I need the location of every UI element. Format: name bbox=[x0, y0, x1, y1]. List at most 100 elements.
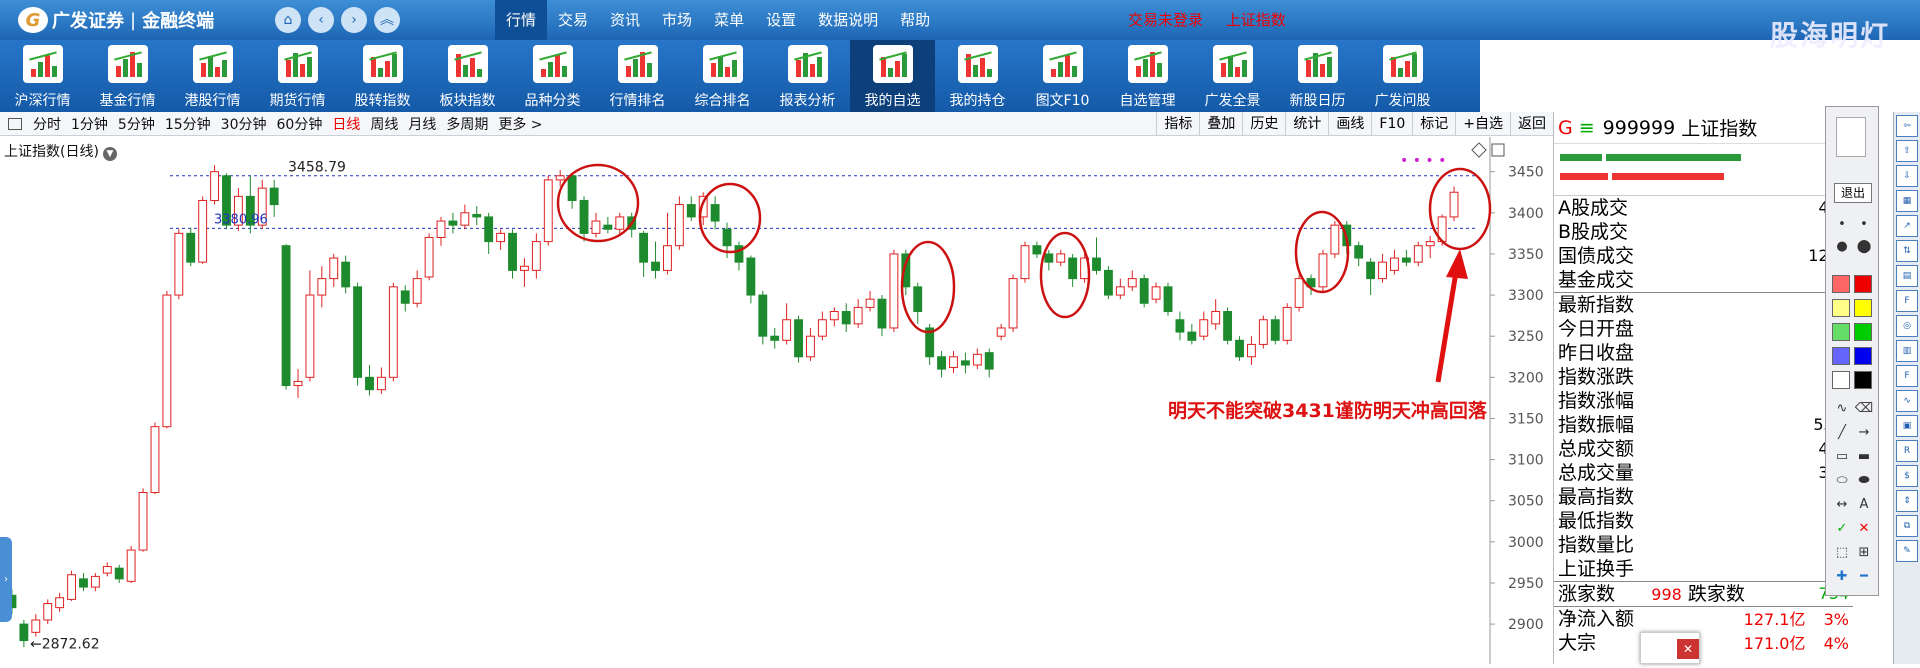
period-9[interactable]: 多周期 bbox=[441, 114, 493, 134]
side-tool-icon[interactable]: ∿ bbox=[1896, 390, 1918, 412]
dot-large-icon[interactable]: ● bbox=[1832, 239, 1852, 257]
period-4[interactable]: 30分钟 bbox=[216, 114, 272, 134]
toolbar-item-16[interactable]: 广发问股 bbox=[1360, 40, 1445, 112]
side-tool-icon[interactable]: ↗ bbox=[1896, 215, 1918, 237]
toolbar-item-7[interactable]: 行情排名 bbox=[595, 40, 680, 112]
chart-tool-0[interactable]: 指标 bbox=[1156, 112, 1199, 136]
minus-icon[interactable]: ━ bbox=[1854, 569, 1874, 587]
side-tool-icon[interactable]: ▦ bbox=[1896, 190, 1918, 212]
kline-chart[interactable]: 2900 2950 3000 3050 3100 3150 3200 3250 3300 3350… bbox=[0, 137, 1555, 664]
login-status[interactable]: 交易未登录 bbox=[1128, 11, 1203, 29]
color-swatch-lightgreen[interactable] bbox=[1832, 323, 1850, 341]
menu-6[interactable]: 数据说明 bbox=[807, 0, 889, 40]
toolbar-item-0[interactable]: 沪深行情 bbox=[0, 40, 85, 112]
color-swatch-lightred[interactable] bbox=[1832, 275, 1850, 293]
toolbar-item-4[interactable]: 股转指数 bbox=[340, 40, 425, 112]
arrow-icon[interactable]: → bbox=[1854, 425, 1874, 443]
window-icon[interactable] bbox=[1491, 143, 1505, 157]
resize-icon[interactable]: ↔ bbox=[1832, 497, 1852, 515]
toolbar-item-9[interactable]: 报表分析 bbox=[765, 40, 850, 112]
period-6[interactable]: 日线 bbox=[327, 114, 365, 134]
chart-tool-3[interactable]: 统计 bbox=[1285, 112, 1328, 136]
index-link[interactable]: 上证指数 bbox=[1226, 11, 1286, 29]
close-icon[interactable]: ✕ bbox=[1854, 521, 1874, 539]
plus-icon[interactable]: ✚ bbox=[1832, 569, 1852, 587]
filled-rect-icon[interactable]: ▬ bbox=[1854, 449, 1874, 467]
chart-tool-7[interactable]: +自选 bbox=[1455, 112, 1510, 136]
chevron-down-icon[interactable]: ▼ bbox=[102, 147, 117, 161]
side-tool-icon[interactable]: ▤ bbox=[1896, 265, 1918, 287]
ellipse-icon[interactable]: ⬭ bbox=[1832, 473, 1852, 491]
side-tool-icon[interactable]: ⇦ bbox=[1896, 115, 1918, 137]
side-tool-icon[interactable]: ⇕ bbox=[1896, 490, 1918, 512]
color-swatch-yellow[interactable] bbox=[1854, 299, 1872, 317]
period-7[interactable]: 周线 bbox=[365, 114, 403, 134]
period-8[interactable]: 月线 bbox=[403, 114, 441, 134]
period-10[interactable]: 更多 > bbox=[493, 114, 547, 134]
side-tool-icon[interactable]: ⇅ bbox=[1896, 240, 1918, 262]
panel-toggle-icon[interactable] bbox=[8, 117, 22, 130]
chart-tool-6[interactable]: 标记 bbox=[1412, 112, 1455, 136]
color-swatch-blue[interactable] bbox=[1854, 347, 1872, 365]
dot-small-icon[interactable]: • bbox=[1832, 217, 1852, 235]
color-swatch-green[interactable] bbox=[1854, 323, 1872, 341]
side-tool-icon[interactable]: ⇩ bbox=[1896, 165, 1918, 187]
side-tool-icon[interactable]: ⧉ bbox=[1896, 515, 1918, 537]
side-tool-icon[interactable]: ✎ bbox=[1896, 540, 1918, 562]
toolbar-item-8[interactable]: 综合排名 bbox=[680, 40, 765, 112]
line-icon[interactable]: ╱ bbox=[1832, 425, 1852, 443]
double-up-icon[interactable]: ︽ bbox=[374, 7, 400, 33]
color-swatch-black[interactable] bbox=[1854, 371, 1872, 389]
side-tool-icon[interactable]: F bbox=[1896, 365, 1918, 387]
toolbar-item-5[interactable]: 板块指数 bbox=[425, 40, 510, 112]
period-3[interactable]: 15分钟 bbox=[160, 114, 216, 134]
eraser-icon[interactable]: ⌫ bbox=[1854, 401, 1874, 419]
color-swatch-lightblue[interactable] bbox=[1832, 347, 1850, 365]
chart-tool-1[interactable]: 叠加 bbox=[1199, 112, 1242, 136]
toolbar-item-12[interactable]: 图文F10 bbox=[1020, 40, 1105, 112]
chart-tool-8[interactable]: 返回 bbox=[1510, 112, 1553, 136]
color-swatch-red[interactable] bbox=[1854, 275, 1872, 293]
forward-icon[interactable]: › bbox=[341, 7, 367, 33]
menu-5[interactable]: 设置 bbox=[755, 0, 807, 40]
toolbar-item-11[interactable]: 我的持仓 bbox=[935, 40, 1020, 112]
zoom-icon[interactable]: ⊞ bbox=[1854, 545, 1874, 563]
menu-7[interactable]: 帮助 bbox=[889, 0, 941, 40]
diamond-icon[interactable] bbox=[1471, 142, 1487, 158]
popup-close-icon[interactable]: ✕ bbox=[1677, 639, 1699, 659]
menu-3[interactable]: 市场 bbox=[651, 0, 703, 40]
color-swatch-lightyellow[interactable] bbox=[1832, 299, 1850, 317]
toolbar-item-15[interactable]: 新股日历 bbox=[1275, 40, 1360, 112]
side-tool-icon[interactable]: R bbox=[1896, 440, 1918, 462]
side-tool-icon[interactable]: $ bbox=[1896, 465, 1918, 487]
toolbar-item-14[interactable]: 广发全景 bbox=[1190, 40, 1275, 112]
toolbar-item-10[interactable]: 我的自选 bbox=[850, 40, 935, 112]
side-tool-icon[interactable]: ◎ bbox=[1896, 315, 1918, 337]
rectangle-icon[interactable]: ▭ bbox=[1832, 449, 1852, 467]
curve-icon[interactable]: ∿ bbox=[1832, 401, 1852, 419]
side-tool-icon[interactable]: F bbox=[1896, 290, 1918, 312]
color-swatch-white[interactable] bbox=[1832, 371, 1850, 389]
side-tool-icon[interactable]: ▥ bbox=[1896, 340, 1918, 362]
toolbar-item-1[interactable]: 基金行情 bbox=[85, 40, 170, 112]
menu-2[interactable]: 资讯 bbox=[599, 0, 651, 40]
dot-xlarge-icon[interactable]: ⬤ bbox=[1854, 239, 1874, 257]
toolbar-item-13[interactable]: 自选管理 bbox=[1105, 40, 1190, 112]
period-1[interactable]: 1分钟 bbox=[66, 114, 113, 134]
menu-4[interactable]: 菜单 bbox=[703, 0, 755, 40]
menu-0[interactable]: 行情 bbox=[495, 0, 548, 40]
side-tool-icon[interactable]: ▣ bbox=[1896, 415, 1918, 437]
text-icon[interactable]: A bbox=[1854, 497, 1874, 515]
menu-lines-icon[interactable]: ≡ bbox=[1579, 117, 1595, 139]
chart-tool-4[interactable]: 画线 bbox=[1328, 112, 1371, 136]
toolbar-item-6[interactable]: 品种分类 bbox=[510, 40, 595, 112]
side-tool-icon[interactable]: ⇧ bbox=[1896, 140, 1918, 162]
exit-button[interactable]: 退出 bbox=[1834, 183, 1872, 203]
check-icon[interactable]: ✓ bbox=[1832, 521, 1852, 539]
back-icon[interactable]: ‹ bbox=[308, 7, 334, 33]
period-2[interactable]: 5分钟 bbox=[113, 114, 160, 134]
chart-tool-5[interactable]: F10 bbox=[1371, 112, 1412, 136]
chart-tool-2[interactable]: 历史 bbox=[1242, 112, 1285, 136]
expand-handle[interactable]: › bbox=[0, 537, 12, 622]
menu-1[interactable]: 交易 bbox=[547, 0, 599, 40]
